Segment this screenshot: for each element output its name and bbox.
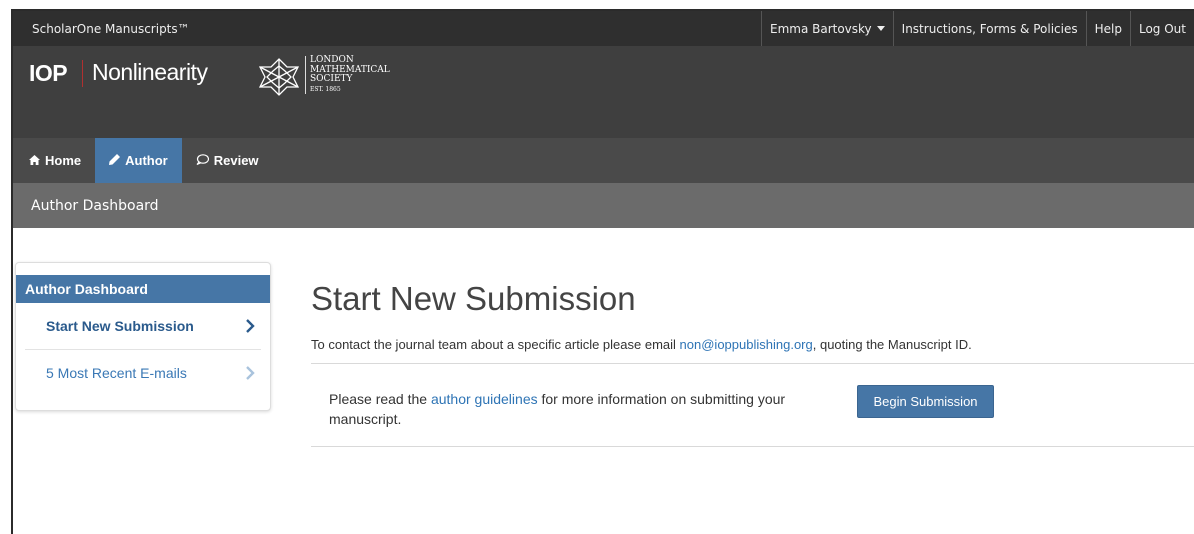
breadcrumb-current: Author Dashboard [31,197,159,214]
society-logo: LONDON MATHEMATICAL SOCIETY EST. 1865 [257,55,390,98]
tab-review-label: Review [213,153,259,168]
tab-review[interactable]: Review [182,138,273,183]
sidebar-item-label: 5 Most Recent E-mails [46,365,187,381]
tab-author-label: Author [125,153,168,168]
author-guidelines-link[interactable]: author guidelines [431,391,538,407]
help-link[interactable]: Help [1085,11,1130,46]
user-menu[interactable]: Emma Bartovsky [760,11,893,46]
content-divider-top [311,363,1194,364]
caret-down-icon [876,26,885,31]
begin-submission-button[interactable]: Begin Submission [857,385,994,418]
author-dashboard-sidebar: Author Dashboard Start New Submission 5 … [15,262,271,411]
platform-brand: ScholarOne Manuscripts™ [32,22,190,36]
pencil-icon [109,153,121,168]
sidebar-item-recent-emails[interactable]: 5 Most Recent E-mails [16,350,270,396]
user-name: Emma Bartovsky [769,21,872,36]
logo-divider [82,60,83,87]
top-utility-bar: ScholarOne Manuscripts™ Emma Bartovsky I… [13,11,1194,46]
guidelines-text: Please read the author guidelines for mo… [329,391,786,427]
journal-header: IOP Nonlinearity LONDON MATHEMATICAL SOC… [13,46,1194,138]
tab-home[interactable]: Home [13,138,95,183]
chevron-right-icon [246,366,255,380]
chevron-right-icon [246,319,255,333]
breadcrumb: Author Dashboard [13,183,1194,228]
tab-home-label: Home [45,153,82,168]
contact-email-link[interactable]: non@ioppublishing.org [680,337,813,352]
instructions-link[interactable]: Instructions, Forms & Policies [892,11,1086,46]
main-nav: Home Author Review [13,138,1194,183]
publisher-logo: IOP [29,60,68,86]
top-links: Emma Bartovsky Instructions, Forms & Pol… [760,11,1194,46]
tab-author[interactable]: Author [95,138,182,183]
sidebar-title: Author Dashboard [16,275,270,303]
logout-link[interactable]: Log Out [1129,11,1194,46]
home-icon [29,154,40,168]
journal-name: Nonlinearity [92,59,208,85]
sidebar-item-label: Start New Submission [46,318,194,334]
contact-note: To contact the journal team about a spec… [311,337,972,352]
society-emblem-icon [258,58,300,96]
content-divider-bottom [311,446,1194,447]
speech-bubble-icon [196,153,209,168]
society-name: LONDON MATHEMATICAL SOCIETY EST. 1865 [305,55,390,94]
sidebar-item-start-new-submission[interactable]: Start New Submission [16,303,270,349]
page-title: Start New Submission [311,280,636,317]
